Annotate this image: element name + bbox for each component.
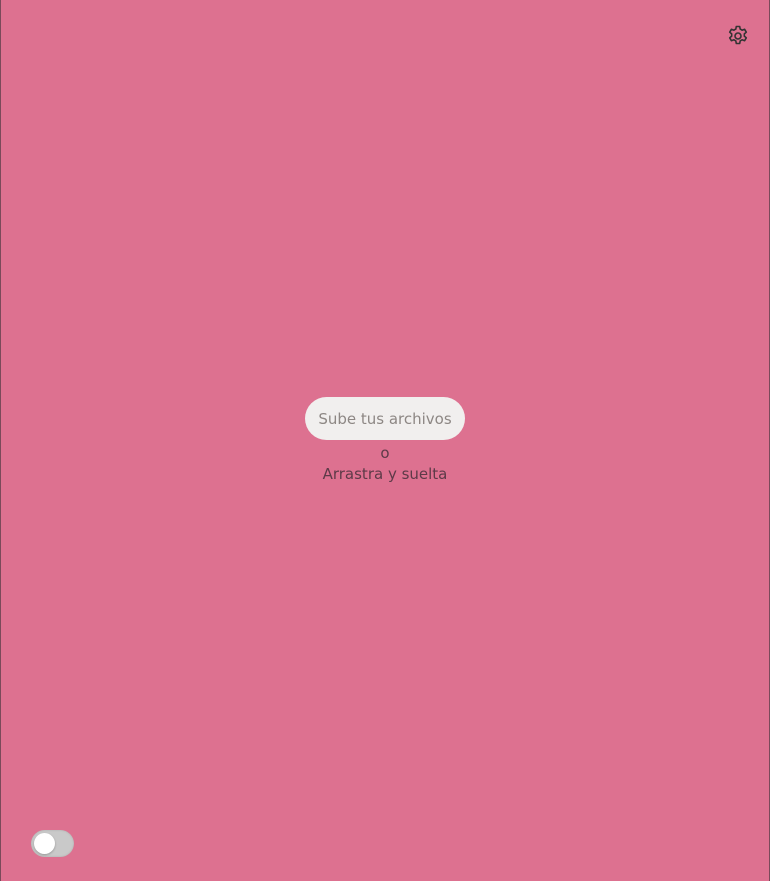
toggle-knob [34,833,55,854]
drag-and-drop-hint: Arrastra y suelta [322,465,448,483]
or-separator: o [380,444,390,462]
theme-toggle[interactable] [31,830,74,857]
gear-icon [728,25,748,45]
drop-zone[interactable]: Sube tus archivos o Arrastra y suelta [1,397,769,484]
settings-button[interactable] [725,23,751,49]
app-window: Sube tus archivos o Arrastra y suelta [0,0,770,881]
upload-files-button[interactable]: Sube tus archivos [305,397,465,440]
